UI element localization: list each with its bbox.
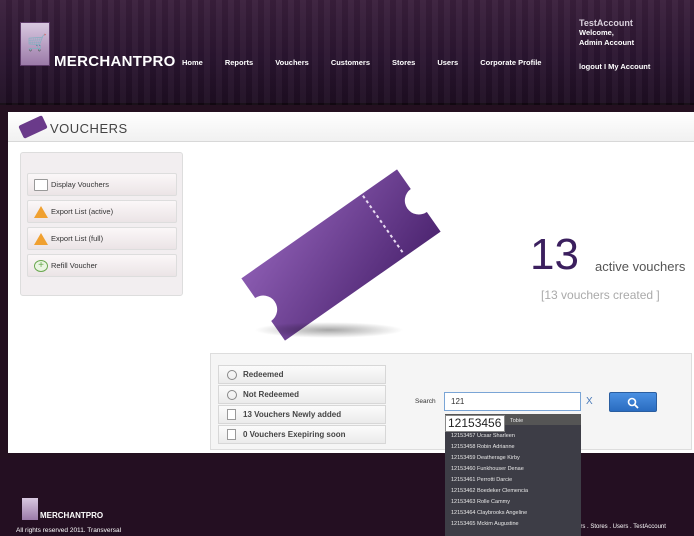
download-icon	[227, 389, 237, 400]
filter-label: 0 Vouchers Exepiring soon	[243, 430, 346, 439]
menu-item-label: Refill Voucher	[51, 261, 98, 270]
nav-users[interactable]: Users	[437, 58, 458, 67]
page-title: VOUCHERS	[50, 121, 128, 136]
ticket-shadow	[254, 322, 404, 338]
autocomplete-item[interactable]: 12153462 Boedeker Clemencia	[445, 486, 581, 497]
autocomplete-item[interactable]: 12153461 Perrotti Darcie	[445, 475, 581, 486]
menu-item-label: Export List (active)	[51, 207, 114, 216]
cart-logo-icon[interactable]: 🛒	[20, 22, 50, 66]
menu-item-label: Export List (full)	[51, 234, 104, 243]
voucher-icon	[18, 115, 48, 139]
menu-display-vouchers[interactable]: Display Vouchers	[27, 173, 177, 196]
autocomplete-item[interactable]: 12153464 Claybrooks Angeline	[445, 508, 581, 519]
account-name: TestAccount	[579, 18, 633, 28]
nav-vouchers[interactable]: Vouchers	[275, 58, 309, 67]
filter-expiring-soon[interactable]: 0 Vouchers Exepiring soon	[218, 425, 386, 444]
main-content: VOUCHERS Display Vouchers Export List (a…	[8, 112, 694, 453]
autocomplete-item[interactable]: 12153457 Ucsar Sharleen	[445, 431, 581, 442]
autocomplete-first-name: Tobie	[510, 418, 524, 424]
filter-not-redeemed[interactable]: Not Redeemed	[218, 385, 386, 404]
nav-home[interactable]: Home	[182, 58, 203, 67]
brand-name[interactable]: MERCHANTPRO	[54, 53, 176, 70]
filter-label: Not Redeemed	[243, 390, 300, 399]
main-nav: Home Reports Vouchers Customers Stores U…	[182, 58, 563, 67]
account-panel: TestAccount Welcome, Admin Account logou…	[579, 18, 650, 72]
admin-name: Admin Account	[579, 38, 635, 47]
header-bar: 🛒 MERCHANTPRO Home Reports Vouchers Cust…	[0, 0, 694, 105]
footer-copyright: All rights reserved 2011. Transversal	[16, 527, 122, 534]
vouchers-created-label: [13 vouchers created ]	[541, 288, 660, 302]
filter-label: Redeemed	[243, 370, 284, 379]
active-voucher-label: active vouchers	[595, 259, 686, 274]
document-icon	[227, 429, 236, 440]
menu-refill-voucher[interactable]: + Refill Voucher	[27, 254, 177, 277]
autocomplete-dropdown: 12153457 Ucsar Sharleen 12153458 Robin A…	[445, 414, 581, 536]
search-label: Search	[415, 398, 436, 405]
clear-search-button[interactable]: X	[586, 396, 593, 407]
autocomplete-item[interactable]: 12153459 Deatherage Kirby	[445, 453, 581, 464]
active-voucher-count: 13	[530, 230, 579, 279]
autocomplete-item[interactable]: 12153458 Robin Adrianne	[445, 442, 581, 453]
document-icon	[227, 409, 236, 420]
footer-links[interactable]: ers . Stores . Users . TestAccount	[577, 524, 666, 530]
cart-glyph-icon: 🛒	[27, 35, 47, 52]
menu-item-label: Display Vouchers	[51, 180, 109, 189]
nav-reports[interactable]: Reports	[225, 58, 253, 67]
menu-export-full[interactable]: Export List (full)	[27, 227, 177, 250]
title-bar: VOUCHERS	[8, 112, 694, 142]
nav-corporate-profile[interactable]: Corporate Profile	[480, 58, 541, 67]
filter-redeemed[interactable]: Redeemed	[218, 365, 386, 384]
menu-export-active[interactable]: Export List (active)	[27, 200, 177, 223]
autocomplete-highlight[interactable]: 12153456	[445, 415, 505, 432]
footer-brand: MERCHANTPRO	[40, 511, 104, 520]
nav-stores[interactable]: Stores	[392, 58, 415, 67]
download-icon	[227, 369, 237, 380]
plus-icon: +	[34, 259, 48, 272]
autocomplete-item[interactable]: 12153460 Funkhouser Denae	[445, 464, 581, 475]
filter-label: 13 Vouchers Newly added	[243, 410, 342, 419]
autocomplete-item[interactable]: 12153463 Rolle Cammy	[445, 497, 581, 508]
autocomplete-item[interactable]: 12153465 Mckim Augustine	[445, 519, 581, 530]
warning-icon	[34, 205, 48, 218]
account-links[interactable]: logout I My Account	[579, 62, 650, 72]
side-menu: Display Vouchers Export List (active) Ex…	[20, 152, 183, 296]
welcome-text: Welcome,	[579, 28, 614, 37]
footer: MERCHANTPRO All rights reserved 2011. Tr…	[0, 458, 694, 536]
footer-cart-logo-icon	[22, 498, 38, 520]
warning-icon	[34, 232, 48, 245]
filter-newly-added[interactable]: 13 Vouchers Newly added	[218, 405, 386, 424]
search-button[interactable]	[609, 392, 657, 412]
search-icon	[627, 397, 639, 409]
search-input[interactable]	[444, 392, 581, 411]
folder-icon	[34, 178, 48, 191]
nav-customers[interactable]: Customers	[331, 58, 370, 67]
